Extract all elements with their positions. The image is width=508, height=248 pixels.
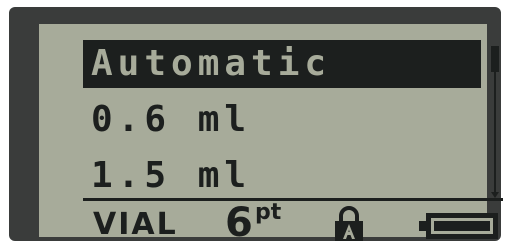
status-bar: VIAL 6 pt: [83, 200, 503, 248]
media-type-label: VIAL: [93, 207, 178, 242]
status-divider: [83, 198, 503, 201]
menu-item-0-6-ml[interactable]: 0.6 ml: [83, 96, 481, 144]
caps-lock-icon: [335, 206, 363, 241]
scrollbar[interactable]: [491, 46, 499, 198]
font-size-value: 6: [225, 200, 253, 246]
menu-item-automatic[interactable]: Automatic: [83, 40, 481, 88]
font-size-unit: pt: [255, 200, 282, 225]
scroll-thumb[interactable]: [491, 46, 499, 72]
menu-item-1-5-ml[interactable]: 1.5 ml: [83, 152, 481, 200]
lcd-bezel: Automatic 0.6 ml 1.5 ml VIAL 6 pt: [9, 7, 503, 246]
lcd-screen: Automatic 0.6 ml 1.5 ml VIAL 6 pt: [39, 24, 503, 246]
battery-icon: [419, 213, 498, 239]
label-printer-display: Automatic 0.6 ml 1.5 ml VIAL 6 pt: [0, 0, 508, 246]
